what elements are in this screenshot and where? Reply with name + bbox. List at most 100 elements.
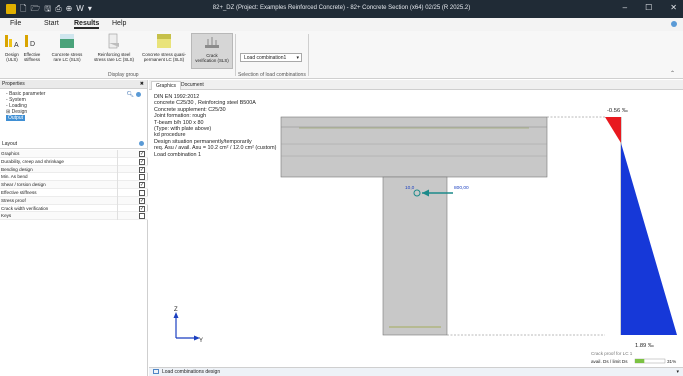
- strain-top-label: -0.56 ‰: [607, 108, 628, 114]
- concrete-stress-quasi-icon: [157, 34, 171, 48]
- tab-document[interactable]: Document: [177, 81, 208, 90]
- collapse-ribbon-icon[interactable]: ⌃: [670, 70, 675, 77]
- crack-verification-icon: [205, 37, 219, 48]
- column-divider: [117, 196, 118, 205]
- design-uls-label2: (ULS): [6, 57, 18, 62]
- reinforcing-steel-stress-label2: stress rare LC (SLS): [93, 57, 134, 62]
- help-icon[interactable]: [136, 92, 141, 97]
- layout-row-label: Shear / torsion design: [1, 182, 46, 188]
- column-divider: [117, 204, 118, 213]
- column-divider: [117, 188, 118, 197]
- crack-progress-fill: [635, 359, 645, 363]
- help-icon[interactable]: [139, 141, 144, 146]
- concrete-stress-quasi-button[interactable]: Concrete stress quasi- permanent LC (SLS…: [138, 33, 190, 62]
- column-divider: [117, 150, 118, 158]
- properties-title: Properties: [2, 81, 25, 87]
- reinforcing-steel-stress-button[interactable]: Reinforcing steel stress rare LC (SLS): [91, 33, 137, 62]
- crack-verification-label2: verification (SLS): [195, 58, 229, 63]
- close-panel-icon[interactable]: ✖: [140, 80, 144, 89]
- reinforcing-steel-stress-icon: [108, 33, 119, 49]
- tab-results[interactable]: Results: [74, 20, 100, 29]
- layout-row[interactable]: Graphics ✓: [0, 150, 148, 158]
- y-axis-label: Y: [199, 338, 203, 344]
- layout-row[interactable]: Bending design ✓: [0, 165, 148, 174]
- chevron-down-icon: ▾: [296, 55, 299, 61]
- tree-item-output[interactable]: Output: [6, 115, 26, 121]
- layout-row-label: Crack width verification: [1, 205, 49, 211]
- menu-bar: File Start Results Help: [0, 18, 683, 31]
- load-combinations-bar[interactable]: Load combinations design ▾: [149, 367, 683, 376]
- design-uls-icon: A: [5, 35, 19, 49]
- crack-proof-caption: Crack proof for LC 1: [591, 351, 633, 356]
- tension-zone: [621, 143, 677, 335]
- ribbon-separator: [308, 34, 309, 76]
- layout-table: Graphics ✓ Durability, creep and shrinkage…: [0, 150, 148, 221]
- strain-bottom-label: 1.89 ‰: [635, 343, 654, 349]
- layout-row-checkbox[interactable]: [139, 213, 145, 220]
- tab-start[interactable]: Start: [44, 20, 59, 27]
- t-beam-flange: [280, 116, 548, 178]
- force-label-left: 10,0: [405, 185, 415, 191]
- section-drawing: 10,0 800,00 -0.56 ‰ 1.89 ‰ Z Y Crack pro…: [173, 108, 677, 364]
- layout-row[interactable]: Effective stiffness: [0, 188, 148, 197]
- column-divider: [117, 157, 118, 166]
- layout-row-checkbox[interactable]: [139, 189, 145, 196]
- column-divider: [117, 173, 118, 182]
- layout-row-label: Effective stiffness: [1, 189, 37, 195]
- load-combination-select[interactable]: Load combination1 ▾: [240, 53, 302, 62]
- display-group-label: Display group: [108, 72, 139, 78]
- layout-row-checkbox[interactable]: ✓: [139, 197, 145, 204]
- load-combination-value: Load combination1: [244, 55, 287, 61]
- properties-header: Properties ✖: [0, 80, 147, 89]
- concrete-stress-quasi-label2: permanent LC (SLS): [143, 57, 185, 62]
- load-combinations-label: Load combinations design: [162, 369, 221, 375]
- ribbon: A Design (ULS) D Effective stiffness Con…: [0, 31, 683, 79]
- search-icon[interactable]: 🔍︎: [126, 91, 134, 98]
- tab-help[interactable]: Help: [112, 20, 126, 27]
- window-title: 82+_DZ (Project: Examples Reinforced Con…: [212, 5, 471, 11]
- graphics-canvas[interactable]: DIN EN 1992:2012 concrete C25/30 , Reinf…: [149, 90, 683, 367]
- concrete-stress-rare-label2: rare LC (SLS): [53, 57, 81, 62]
- effective-stiffness-label2: stiffness: [23, 57, 41, 62]
- properties-tree: 🔍︎ - Basic parameter - System - Loading …: [0, 89, 147, 136]
- design-uls-button[interactable]: A Design (ULS): [2, 33, 22, 62]
- column-divider: [117, 165, 118, 174]
- help-icon[interactable]: [671, 21, 677, 27]
- t-beam-web: [382, 176, 448, 336]
- layout-row[interactable]: Durability, creep and shrinkage ✓: [0, 157, 148, 166]
- tab-file[interactable]: File: [10, 20, 21, 27]
- layout-row-label: Bending design: [1, 166, 33, 172]
- layout-row[interactable]: Shear / torsion design ✓: [0, 181, 148, 189]
- ribbon-separator: [235, 34, 236, 76]
- crack-verification-button[interactable]: Crack verification (SLS): [191, 33, 233, 69]
- minimize-button[interactable]: –: [623, 3, 627, 12]
- effective-stiffness-button[interactable]: D Effective stiffness: [22, 33, 42, 62]
- design-uls-caption: A: [14, 42, 19, 49]
- title-bar: 🗋 🗁 🖫 ⎙ ⊕ W ▾ 82+_DZ (Project: Examples …: [0, 0, 683, 18]
- crack-percent: 31%: [667, 359, 676, 364]
- crack-ratio-label: avail. Ds / limit Ds: [591, 359, 628, 364]
- layout-row-checkbox[interactable]: ✓: [139, 151, 145, 157]
- layout-row-checkbox[interactable]: [139, 174, 145, 181]
- maximize-button[interactable]: ☐: [645, 3, 652, 12]
- view-tabs: Graphics Document: [149, 80, 683, 90]
- layout-row[interactable]: Keys: [0, 212, 148, 221]
- close-button[interactable]: ✕: [670, 3, 677, 12]
- compression-zone: [605, 117, 621, 143]
- layout-row-checkbox[interactable]: ✓: [139, 166, 145, 173]
- layout-row-checkbox[interactable]: ✓: [139, 182, 145, 189]
- layout-row-checkbox[interactable]: ✓: [139, 158, 145, 165]
- concrete-stress-rare-button[interactable]: Concrete stress rare LC (SLS): [43, 33, 91, 62]
- layout-row[interactable]: Min. As bend: [0, 173, 148, 182]
- concrete-stress-rare-icon: [60, 34, 74, 48]
- layout-row-checkbox[interactable]: ✓: [139, 205, 145, 212]
- column-divider: [117, 212, 118, 221]
- chevron-down-icon[interactable]: ▾: [676, 368, 679, 376]
- layout-row-label: Min. As bend: [1, 174, 28, 180]
- column-divider: [117, 181, 118, 189]
- layout-row[interactable]: Stress proof ✓: [0, 196, 148, 205]
- layout-row-label: Durability, creep and shrinkage: [1, 158, 64, 164]
- layout-header: Layout: [0, 139, 148, 149]
- force-label-right: 800,00: [454, 185, 469, 191]
- layout-row[interactable]: Crack width verification ✓: [0, 204, 148, 213]
